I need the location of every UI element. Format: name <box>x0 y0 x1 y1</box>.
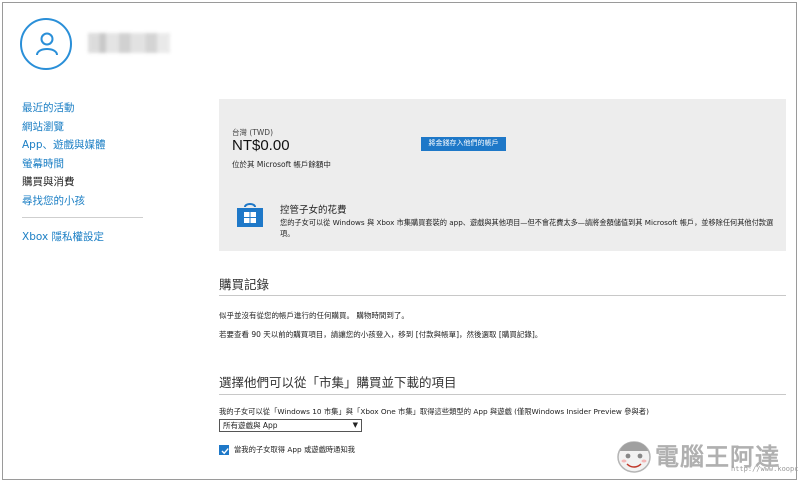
avatar[interactable] <box>20 18 72 70</box>
promo-title: 控管子女的花費 <box>280 205 347 216</box>
checkmark-icon <box>221 448 229 455</box>
sidebar-item-find-child[interactable]: 尋找您的小孩 <box>22 192 147 211</box>
sidebar-divider <box>22 217 143 218</box>
section-divider <box>219 394 786 395</box>
notify-checkbox-label: 當我的子女取得 App 或遊戲時通知我 <box>234 445 356 454</box>
store-settings-description: 我的子女可以從「Windows 10 市集」與「Xbox One 市集」取得這些… <box>219 407 649 416</box>
notify-checkbox[interactable] <box>219 445 229 455</box>
user-icon <box>36 32 58 56</box>
chevron-down-icon: ▼ <box>352 421 358 429</box>
balance-panel: 台灣 (TWD) NT$0.00 位於其 Microsoft 帳戶餘額中 將金錢… <box>219 99 786 251</box>
sidebar-item-apps-games-media[interactable]: App、遊戲與媒體 <box>22 136 147 155</box>
mascot-logo-icon <box>617 441 651 473</box>
promo-description: 您的子女可以從 Windows 與 Xbox 市集購買套裝的 app、遊戲與其他… <box>280 218 774 238</box>
app-window: 最近的活動 網站瀏覽 App、遊戲與媒體 螢幕時間 購買與消費 尋找您的小孩 X… <box>2 2 800 481</box>
section-divider <box>219 295 786 296</box>
balance-location: 位於其 Microsoft 帳戶餘額中 <box>232 160 331 169</box>
watermark-url: http://www.koopc.com <box>731 465 800 473</box>
windows-store-icon <box>237 203 263 227</box>
no-purchases-text: 似乎並沒有從您的帳戶進行的任何購買。 購物時間到了。 <box>219 311 409 320</box>
purchase-history-heading: 購買記錄 <box>219 277 270 292</box>
sidebar-item-xbox-privacy[interactable]: Xbox 隱私權設定 <box>22 228 147 247</box>
add-money-button[interactable]: 將金錢存入他們的帳戶 <box>421 137 506 151</box>
main-content: 台灣 (TWD) NT$0.00 位於其 Microsoft 帳戶餘額中 將金錢… <box>219 99 786 455</box>
sidebar-item-purchase-spending[interactable]: 購買與消費 <box>22 173 147 192</box>
store-settings-heading: 選擇他們可以從「市集」購買並下載的項目 <box>219 375 457 390</box>
sidebar-item-recent-activity[interactable]: 最近的活動 <box>22 99 147 118</box>
content-type-select[interactable]: 所有遊戲與 App ▼ <box>219 419 362 432</box>
sidebar-item-screen-time[interactable]: 螢幕時間 <box>22 155 147 174</box>
sidebar-nav: 最近的活動 網站瀏覽 App、遊戲與媒體 螢幕時間 購買與消費 尋找您的小孩 X… <box>22 99 147 247</box>
watermark: 電腦王阿達 http://www.koopc.com <box>615 433 800 481</box>
older-purchases-text: 若要查看 90 天以前的購買項目，請讓您的小孩登入，移到 [付款與帳單]，然後選… <box>219 330 543 339</box>
sidebar-item-web-browsing[interactable]: 網站瀏覽 <box>22 118 147 137</box>
account-name-blurred <box>88 33 170 53</box>
balance-amount: NT$0.00 <box>232 137 290 154</box>
select-value: 所有遊戲與 App <box>223 421 278 430</box>
